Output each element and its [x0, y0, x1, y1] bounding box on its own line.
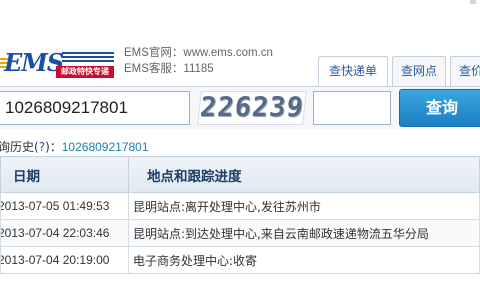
history-number-link[interactable]: 1026809217801: [62, 140, 149, 154]
history-label-suffix: )：: [45, 140, 62, 154]
website-text: EMS官网：www.ems.com.cn: [124, 47, 273, 59]
logo-cn-text: 邮政特快专递: [56, 66, 114, 78]
row-location: 昆明站点:离开处理中心,发往苏州市: [128, 192, 480, 220]
top-strip: [0, 0, 480, 38]
ems-logo[interactable]: EMS 邮政特快专递: [0, 48, 118, 82]
tab-outlets[interactable]: 查网点: [392, 56, 446, 86]
row-location: 电子商务处理中心:收寄: [128, 246, 480, 274]
table-row: 2013-07-04 22:03:46 昆明站点:到达处理中心,来自云南邮政速递…: [0, 219, 480, 247]
row-date: 2013-07-04 20:19:00: [0, 246, 129, 274]
table-header-row: 日期 地点和跟踪进度: [0, 156, 480, 193]
header-location: 地点和跟踪进度: [128, 156, 480, 193]
top-decoration: [470, 0, 476, 4]
captcha-input[interactable]: [313, 91, 391, 125]
table-row: 2013-07-05 01:49:53 昆明站点:离开处理中心,发往苏州市: [0, 192, 480, 220]
captcha-image[interactable]: 226239: [197, 91, 307, 125]
query-button[interactable]: 查询: [399, 89, 480, 127]
row-location: 昆明站点:到达处理中心,来自云南邮政速递物流五华分局: [128, 219, 480, 247]
site-info: EMS官网：www.ems.com.cn EMS客服：11185: [124, 45, 273, 77]
table-row: 2013-07-04 20:19:00 电子商务处理中心:收寄: [0, 246, 480, 274]
hotline-text: EMS客服：11185: [124, 63, 214, 75]
query-history: 询历史(?)：1026809217801: [0, 138, 149, 155]
history-label-prefix: 询历史(: [0, 140, 39, 154]
logo-stripes: [62, 52, 114, 64]
logo-ems-text: EMS: [4, 48, 64, 77]
row-date: 2013-07-05 01:49:53: [0, 192, 129, 220]
tracking-table: 日期 地点和跟踪进度 2013-07-05 01:49:53 昆明站点:离开处理…: [0, 156, 480, 274]
tracking-number-input[interactable]: [0, 91, 190, 125]
header-date: 日期: [0, 156, 129, 193]
tab-track-parcel[interactable]: 查快递单: [318, 56, 388, 87]
tab-price[interactable]: 查价: [450, 56, 480, 86]
row-date: 2013-07-04 22:03:46: [0, 219, 129, 247]
